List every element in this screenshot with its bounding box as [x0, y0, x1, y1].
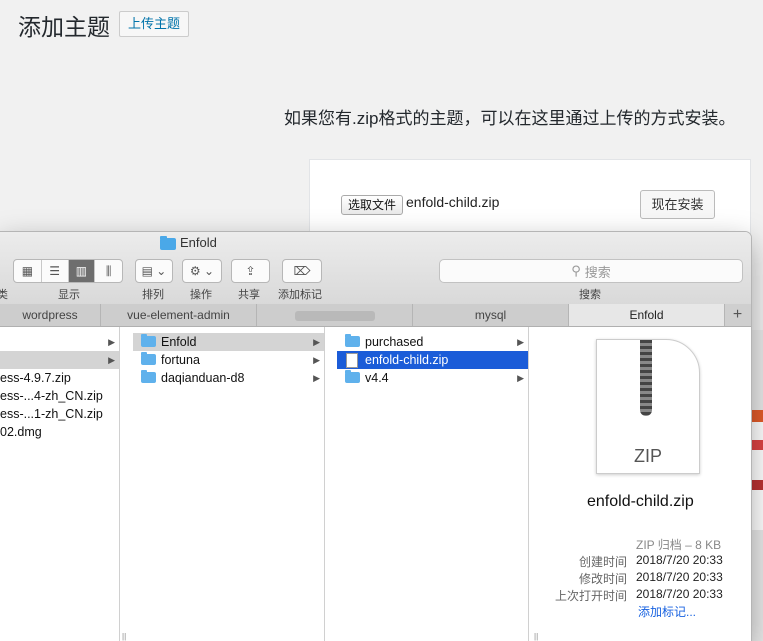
folder-icon — [345, 370, 360, 383]
search-input[interactable]: ⚲ 搜索 — [439, 259, 743, 283]
add-tag-link[interactable]: 添加标记... — [638, 603, 696, 620]
finder-toolbar: Enfold ▦ ☰ ▥ ⫼ 类 显示 ▤ ⌄ 排列 ⚙ ⌄ 操作 ⇪ 共享 ⌦… — [0, 232, 751, 305]
view-mode-group: ▦ ☰ ▥ ⫼ — [13, 259, 123, 283]
arrange-icon[interactable]: ▤ ⌄ — [136, 260, 172, 282]
gear-icon[interactable]: ⚙ ⌄ — [183, 260, 221, 282]
folder-icon — [141, 352, 156, 365]
redacted-block — [294, 310, 375, 321]
zip-icon-label: ZIP — [633, 446, 662, 466]
tab-enfold[interactable]: Enfold — [569, 304, 725, 326]
created-value: 2018/7/20 20:33 — [636, 553, 723, 567]
search-label: 搜索 — [579, 289, 601, 301]
zip-file-icon — [346, 353, 358, 368]
tab-mysql[interactable]: mysql — [413, 304, 569, 326]
tag-button[interactable]: ⌦ — [282, 259, 322, 283]
gallery-view-icon[interactable]: ⫼ — [95, 260, 122, 282]
arrange-button[interactable]: ▤ ⌄ — [135, 259, 173, 283]
sort-label: 排列 — [142, 289, 164, 301]
toolbar-label-cut: 类 — [0, 289, 8, 301]
list-item[interactable]: ▶ — [0, 333, 119, 351]
folder-icon — [141, 334, 156, 347]
list-item[interactable]: ▶ — [0, 351, 119, 369]
list-item[interactable]: v4.4 ▶ — [337, 369, 528, 387]
display-label: 显示 — [58, 289, 80, 301]
column-resize-handle[interactable]: || — [122, 632, 126, 641]
window-title-text: Enfold — [180, 235, 217, 250]
share-icon[interactable]: ⇪ — [232, 260, 269, 282]
modified-label: 修改时间 — [578, 572, 627, 586]
window-title: Enfold — [160, 235, 217, 250]
icon-view-icon[interactable]: ▦ — [14, 260, 42, 282]
list-item[interactable]: 02.dmg — [0, 423, 119, 441]
upload-theme-button[interactable]: 上传主题 — [119, 11, 190, 37]
zip-archive-icon: ZIP — [596, 339, 700, 474]
list-item[interactable]: ess-...1-zh_CN.zip — [0, 405, 119, 423]
list-item[interactable]: ess-4.9.7.zip — [0, 369, 119, 387]
new-tab-button[interactable]: + — [724, 304, 751, 326]
list-item[interactable]: fortuna ▶ — [133, 351, 324, 369]
created-label: 创建时间 — [578, 555, 627, 569]
list-item[interactable]: ess-...4-zh_CN.zip — [0, 387, 119, 405]
page-title: 添加主题 — [18, 14, 110, 40]
tab-bar: wordpress vue-element-admin mysql Enfold… — [0, 304, 751, 327]
column-resize-handle[interactable]: || — [534, 632, 538, 641]
folder-icon — [345, 334, 360, 347]
share-button[interactable]: ⇪ — [231, 259, 270, 283]
background-page-thumbnail — [751, 410, 763, 530]
list-item[interactable]: Enfold ▶ — [133, 333, 324, 351]
choose-file-button[interactable]: 选取文件 — [341, 195, 404, 215]
tab-wordpress[interactable]: wordpress — [0, 304, 101, 326]
list-item[interactable]: daqianduan-d8 ▶ — [133, 369, 324, 387]
last-opened-value: 2018/7/20 20:33 — [636, 587, 723, 601]
preview-file-name: enfold-child.zip — [587, 493, 694, 510]
tab-redacted[interactable] — [257, 304, 413, 326]
chosen-file-name: enfold-child.zip — [406, 194, 500, 210]
column-3: purchased ▶ enfold-child.zip v4.4 ▶ || — [337, 327, 538, 641]
action-button[interactable]: ⚙ ⌄ — [182, 259, 222, 283]
list-view-icon[interactable]: ☰ — [42, 260, 69, 282]
column-view-icon[interactable]: ▥ — [68, 260, 96, 282]
list-item-selected[interactable]: enfold-child.zip — [337, 351, 528, 369]
search-icon: ⚲ — [571, 263, 581, 278]
column-2: Enfold ▶ fortuna ▶ daqianduan-d8 ▶ — [133, 327, 325, 641]
folder-icon — [160, 235, 176, 250]
modified-value: 2018/7/20 20:33 — [636, 570, 723, 584]
list-item[interactable]: purchased ▶ — [337, 333, 528, 351]
preview-kind: ZIP 归档 – 8 KB — [636, 538, 722, 552]
column-1: ▶ ▶ ess-4.9.7.zip ess-...4-zh_CN.zip ess… — [0, 327, 126, 641]
action-label: 操作 — [190, 289, 212, 301]
folder-icon — [141, 370, 156, 383]
upload-description: 如果您有.zip格式的主题，可以在这里通过上传的方式安装。 — [284, 109, 736, 128]
zipper-icon — [640, 340, 652, 416]
tag-label: 添加标记 — [278, 289, 322, 301]
search-placeholder: 搜索 — [584, 264, 611, 280]
share-label: 共享 — [238, 289, 260, 301]
tab-vue-element-admin[interactable]: vue-element-admin — [101, 304, 257, 326]
install-now-button[interactable]: 现在安装 — [640, 190, 715, 219]
tag-icon[interactable]: ⌦ — [283, 260, 321, 282]
last-opened-label: 上次打开时间 — [554, 589, 627, 603]
